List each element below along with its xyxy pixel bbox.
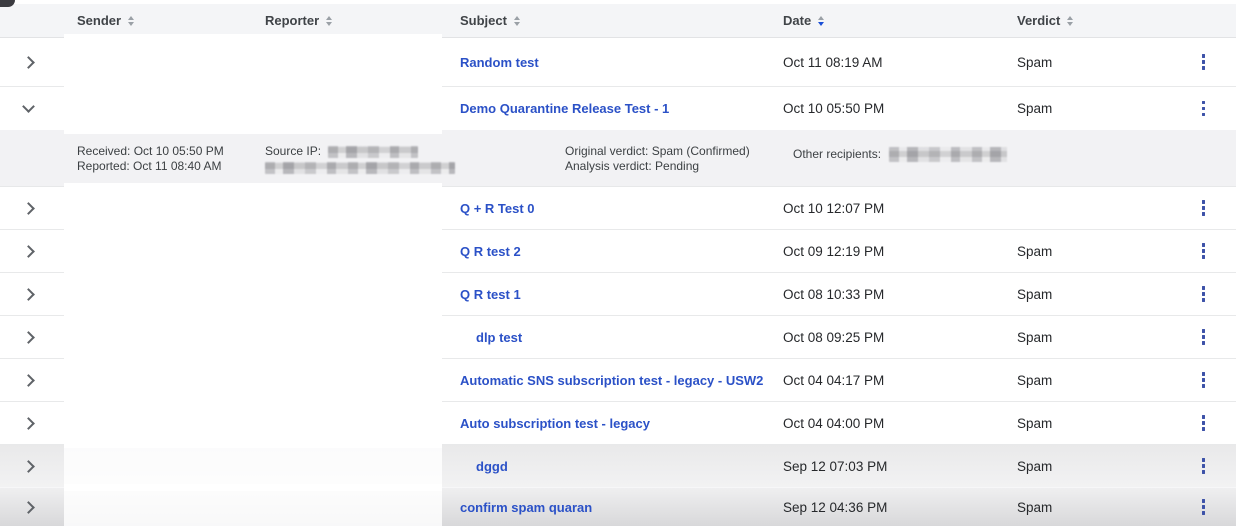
table-row[interactable]: Q R test 2 Oct 09 12:19 PM Spam [0, 230, 1236, 273]
detail-reported: Reported: Oct 11 08:40 AM [77, 159, 224, 174]
table-row[interactable]: Q R test 1 Oct 08 10:33 PM Spam [0, 273, 1236, 316]
verdict-value: Spam [1005, 416, 1170, 431]
detail-original-verdict: Original verdict: Spam (Confirmed) [565, 144, 750, 159]
chevron-right-icon[interactable] [22, 288, 35, 301]
verdict-value: Spam [1005, 244, 1170, 259]
table-row[interactable]: confirm spam quaran Sep 12 04:36 PM Spam [0, 488, 1236, 526]
kebab-menu-icon[interactable] [1194, 367, 1213, 393]
top-strip [0, 0, 1236, 4]
date-value: Oct 04 04:17 PM [771, 373, 1005, 388]
subject-link[interactable]: confirm spam quaran [448, 500, 771, 515]
column-label-date: Date [783, 13, 811, 28]
verdict-value: Spam [1005, 373, 1170, 388]
sort-icon[interactable] [326, 16, 332, 26]
column-label-subject: Subject [460, 13, 507, 28]
kebab-menu-icon[interactable] [1194, 453, 1213, 479]
redacted-source-ip [328, 146, 418, 158]
verdict-value: Spam [1005, 287, 1170, 302]
date-value: Oct 10 12:07 PM [771, 201, 1005, 216]
date-value: Oct 08 10:33 PM [771, 287, 1005, 302]
sort-icon[interactable] [1067, 16, 1073, 26]
chevron-right-icon[interactable] [22, 501, 35, 514]
chevron-right-icon[interactable] [22, 202, 35, 215]
date-value: Oct 11 08:19 AM [771, 55, 1005, 70]
table-row-expanded[interactable]: Demo Quarantine Release Test - 1 Oct 10 … [0, 87, 1236, 130]
table-row[interactable]: dggd Sep 12 07:03 PM Spam [0, 445, 1236, 488]
chevron-down-icon[interactable] [22, 100, 35, 113]
subject-link[interactable]: Automatic SNS subscription test - legacy… [448, 373, 771, 388]
detail-source-ip-label: Source IP: [265, 144, 321, 159]
date-value: Oct 10 05:50 PM [771, 101, 1005, 116]
table-row[interactable]: Q + R Test 0 Oct 10 12:07 PM [0, 187, 1236, 230]
table-header: Sender Reporter Subject Date Verdict [0, 4, 1236, 38]
detail-received: Received: Oct 10 05:50 PM [77, 144, 224, 159]
table-row[interactable]: dlp test Oct 08 09:25 PM Spam [0, 316, 1236, 359]
column-header-date[interactable]: Date [771, 13, 1005, 28]
kebab-menu-icon[interactable] [1194, 49, 1213, 75]
chevron-right-icon[interactable] [22, 374, 35, 387]
verdict-value: Spam [1005, 330, 1170, 345]
kebab-menu-icon[interactable] [1194, 238, 1213, 264]
table-row[interactable]: Auto subscription test - legacy Oct 04 0… [0, 402, 1236, 445]
column-header-reporter[interactable]: Reporter [253, 13, 448, 28]
subject-link[interactable]: Random test [448, 55, 771, 70]
date-value: Oct 08 09:25 PM [771, 330, 1005, 345]
column-header-verdict[interactable]: Verdict [1005, 13, 1170, 28]
chevron-right-icon[interactable] [22, 417, 35, 430]
sort-icon[interactable] [128, 16, 134, 26]
subject-link[interactable]: Q R test 1 [448, 287, 771, 302]
verdict-value: Spam [1005, 459, 1170, 474]
subject-link[interactable]: dlp test [448, 330, 771, 345]
column-header-sender[interactable]: Sender [60, 13, 253, 28]
chevron-right-icon[interactable] [22, 460, 35, 473]
expanded-detail-panel: Received: Oct 10 05:50 PM Reported: Oct … [0, 130, 1236, 187]
kebab-menu-icon[interactable] [1194, 195, 1213, 221]
date-value: Sep 12 04:36 PM [771, 500, 1005, 515]
table-row[interactable]: Automatic SNS subscription test - legacy… [0, 359, 1236, 402]
verdict-value: Spam [1005, 500, 1170, 515]
column-label-verdict: Verdict [1017, 13, 1060, 28]
column-label-sender: Sender [77, 13, 121, 28]
kebab-menu-icon[interactable] [1194, 494, 1213, 520]
sort-icon-active-desc[interactable] [818, 16, 824, 26]
subject-link[interactable]: Auto subscription test - legacy [448, 416, 771, 431]
kebab-menu-icon[interactable] [1194, 96, 1213, 122]
redacted-source-ip-line2 [265, 162, 455, 174]
kebab-menu-icon[interactable] [1194, 324, 1213, 350]
subject-link[interactable]: Q + R Test 0 [448, 201, 771, 216]
subject-link[interactable]: Demo Quarantine Release Test - 1 [448, 101, 771, 116]
kebab-menu-icon[interactable] [1194, 410, 1213, 436]
chevron-right-icon[interactable] [22, 245, 35, 258]
column-header-subject[interactable]: Subject [448, 13, 771, 28]
sort-icon[interactable] [514, 16, 520, 26]
date-value: Sep 12 07:03 PM [771, 459, 1005, 474]
subject-link[interactable]: Q R test 2 [448, 244, 771, 259]
subject-link[interactable]: dggd [448, 459, 771, 474]
redacted-other-recipients [889, 147, 1007, 162]
date-value: Oct 04 04:00 PM [771, 416, 1005, 431]
table-row[interactable]: Random test Oct 11 08:19 AM Spam [0, 38, 1236, 87]
date-value: Oct 09 12:19 PM [771, 244, 1005, 259]
column-label-reporter: Reporter [265, 13, 319, 28]
kebab-menu-icon[interactable] [1194, 281, 1213, 307]
detail-other-recipients-label: Other recipients: [793, 147, 881, 161]
chevron-right-icon[interactable] [22, 56, 35, 69]
verdict-value: Spam [1005, 101, 1170, 116]
detail-analysis-verdict: Analysis verdict: Pending [565, 159, 750, 174]
chevron-right-icon[interactable] [22, 331, 35, 344]
verdict-value: Spam [1005, 55, 1170, 70]
